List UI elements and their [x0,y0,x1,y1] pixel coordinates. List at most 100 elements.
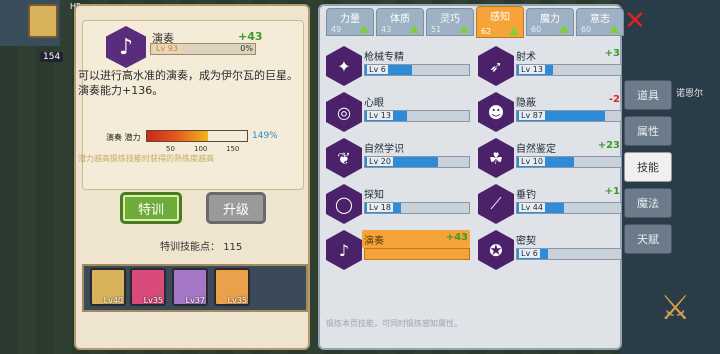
level-up-arrow-icon [409,25,419,33]
tab-label: 意志 [590,14,610,25]
skill-射术[interactable]: ➶ 射术 +3 Lv 13 [478,46,622,86]
skill-progress-bar: Lv 44 [516,202,622,214]
tab-value: 51 [431,25,442,34]
skill-演奏[interactable]: ♪ 演奏 +43 [326,230,470,270]
party-member[interactable]: Lv37 [172,268,208,306]
skill-progress-bar: Lv 13 [516,64,622,76]
pentagram-icon: ✪ [478,230,514,270]
side-tab-属性[interactable]: 属性 [624,116,672,146]
spiral-icon: ◎ [326,92,362,132]
skill-name: 射术 [516,52,536,63]
tab-label: 力量 [340,14,360,25]
potential-label: 演奏 潜力 [106,133,141,142]
skill-name: 密契 [516,236,536,247]
tab-魔力[interactable]: 魔力 60 [526,8,574,36]
party-member[interactable]: Lv40 [90,268,126,306]
tab-力量[interactable]: 力量 49 [326,8,374,36]
side-tab-魔法[interactable]: 魔法 [624,188,672,218]
skill-level: Lv 13 [519,65,545,74]
tab-label: 感知 [490,12,510,23]
potential-note: 潜力越高锻炼技能时获得的熟练度越高 [78,154,214,163]
upgrade-button[interactable]: 升级 [206,192,266,224]
player-avatar[interactable] [28,4,58,38]
location-badge: 154 [40,52,64,62]
skill-name: 隐蔽 [516,98,536,109]
skill-自然学识[interactable]: ❦ 自然学识 Lv 20 [326,138,470,178]
skill-垂钓[interactable]: ⟋ 垂钓 +1 Lv 44 [478,184,622,224]
skill-枪械专精[interactable]: ✦ 枪械专精 Lv 6 [326,46,470,86]
skill-level: Lv 6 [519,249,540,258]
potential-tick-150: 150 [226,145,240,153]
skill-name: 自然学识 [364,144,404,155]
skill-bonus: -2 [608,94,620,105]
footer-note: 锻炼本页技能，可同时锻炼感知属性。 [326,319,462,328]
potential-tick-50: 50 [166,145,175,153]
level-up-arrow-icon [459,25,469,33]
train-points-label: 特训技能点： [160,242,220,253]
crossed-swords-icon[interactable]: ⚔ [660,290,696,326]
skill-progress-bar: Lv 87 [516,110,622,122]
tab-label: 体质 [390,14,410,25]
skill-bonus: +23 [597,140,620,151]
tab-value: 43 [381,25,392,34]
skill-level: Lv 13 [367,111,393,120]
skill-bonus: +43 [445,232,468,243]
party-member-level: Lv35 [143,296,163,305]
magnify-icon: ◯ [326,184,362,224]
close-icon[interactable]: ✕ [622,8,648,34]
leaf-icon: ❦ [326,138,362,178]
party-member-level: Lv35 [227,296,247,305]
skill-name: 自然鉴定 [516,144,556,155]
skill-level: Lv 6 [367,65,388,74]
skill-name: 探知 [364,190,384,201]
skill-level: Lv 18 [367,203,393,212]
tab-value: 49 [331,25,342,34]
skill-progress-bar: Lv 10 [516,156,622,168]
potential-tick-100: 100 [194,145,208,153]
train-points-value: 115 [223,242,243,253]
skill-description: 可以进行高水准的演奏，成为伊尔瓦的巨星。演奏能力+136。 [78,69,298,97]
skill-name: 枪械专精 [364,52,404,63]
skill-隐蔽[interactable]: ☻ 隐蔽 -2 Lv 87 [478,92,622,132]
potential-percent: 149% [252,131,278,141]
skill-level: Lv 87 [519,111,545,120]
tab-灵巧[interactable]: 灵巧 51 [426,8,474,36]
arrows-icon: ➶ [478,46,514,86]
tab-感知[interactable]: 感知 62 [476,6,524,38]
party-member-level: Lv37 [185,296,205,305]
tab-意志[interactable]: 意志 60 [576,8,624,36]
skill-心眼[interactable]: ◎ 心眼 Lv 13 [326,92,470,132]
tab-value: 62 [481,27,492,36]
npc-name: 诺恩尔 [676,89,704,99]
skill-name: 垂钓 [516,190,536,201]
party-member[interactable]: Lv35 [214,268,250,306]
train-button[interactable]: 特训 [120,192,182,224]
level-up-arrow-icon [559,25,569,33]
side-tab-技能[interactable]: 技能 [624,152,672,182]
tab-label: 魔力 [540,14,560,25]
skill-自然鉴定[interactable]: ☘ 自然鉴定 +23 Lv 10 [478,138,622,178]
music-note-icon: ♪ [326,230,362,270]
party-member-level: Lv40 [103,296,123,305]
skill-progress-bar: Lv 6 [364,64,470,76]
fishing-rod-icon: ⟋ [478,184,514,224]
gun-icon: ✦ [326,46,362,86]
detail-level: Lv 93 [153,44,181,53]
detail-level-pct: 0% [240,44,253,53]
tab-value: 60 [581,25,592,34]
level-up-arrow-icon [509,27,519,35]
skill-level: Lv 44 [519,203,545,212]
skill-密契[interactable]: ✪ 密契 Lv 6 [478,230,622,270]
detail-level-bar: Lv 93 0% [150,43,256,55]
skill-progress-bar: Lv 20 [364,156,470,168]
side-tab-天赋[interactable]: 天赋 [624,224,672,254]
skill-progress-bar: Lv 6 [516,248,622,260]
party-member[interactable]: Lv35 [130,268,166,306]
side-tab-道具[interactable]: 道具 [624,80,672,110]
ghost-icon: ☻ [478,92,514,132]
tab-value: 60 [531,25,542,34]
skill-progress-bar: Lv 13 [364,110,470,122]
potential-bar [146,130,248,142]
skill-探知[interactable]: ◯ 探知 Lv 18 [326,184,470,224]
tab-体质[interactable]: 体质 43 [376,8,424,36]
